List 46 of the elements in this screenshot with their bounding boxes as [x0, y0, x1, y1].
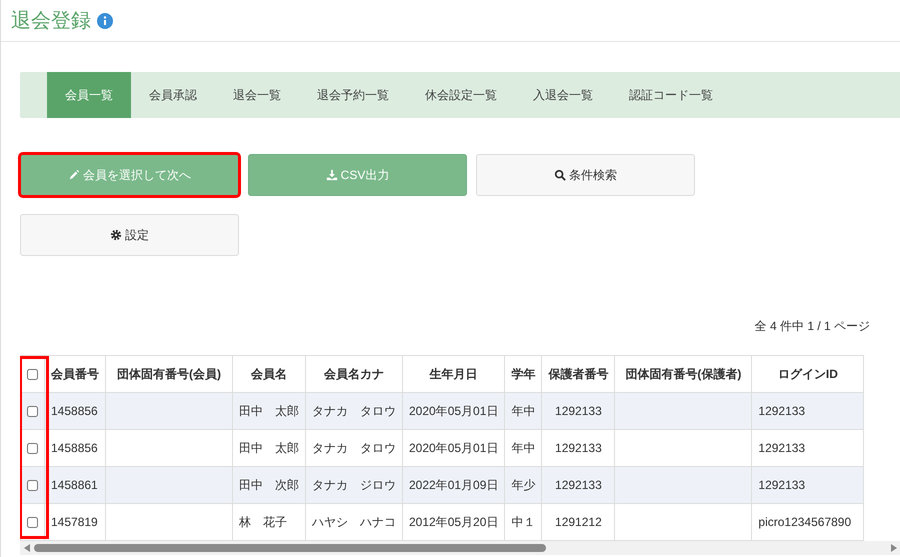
column-header: 会員名	[232, 356, 306, 392]
nav-tab[interactable]: 認証コード一覧	[611, 72, 731, 118]
column-header: 学年	[504, 356, 542, 392]
table-cell: 年中	[504, 392, 542, 430]
row-checkbox[interactable]	[27, 406, 38, 418]
table-cell: 2022年01月09日	[402, 466, 505, 504]
nav-tab[interactable]: 入退会一覧	[515, 72, 611, 118]
column-header: 保護者番号	[542, 356, 615, 392]
select-all-checkbox[interactable]	[27, 369, 38, 380]
table-cell: 2020年05月01日	[402, 392, 505, 430]
action-button[interactable]: 条件検索	[476, 154, 695, 196]
column-header: 団体固有番号(保護者)	[614, 356, 752, 392]
table-cell: 田中 太郎	[232, 392, 306, 430]
horizontal-scrollbar[interactable]	[20, 541, 900, 555]
column-header: 生年月日	[402, 356, 505, 392]
settings-icon	[110, 229, 122, 241]
row-checkbox[interactable]	[27, 480, 38, 492]
row-checkbox[interactable]	[27, 443, 38, 454]
column-header: ログインID	[752, 356, 864, 392]
table-cell: タナカ ジロウ	[306, 466, 402, 504]
download-icon	[326, 169, 338, 181]
search-icon	[554, 169, 566, 181]
table-cell: 1292133	[542, 392, 615, 430]
nav-tab[interactable]: 休会設定一覧	[407, 72, 515, 118]
table-cell: 年少	[504, 466, 542, 504]
table-cell: タナカ タロウ	[306, 392, 402, 430]
column-header: 団体固有番号(会員)	[106, 356, 232, 392]
page-title: 退会登録	[11, 8, 91, 34]
nav-tab[interactable]: 退会予約一覧	[299, 72, 407, 118]
result-count: 全 4 件中 1 / 1 ページ	[754, 318, 870, 335]
table-cell: 1458856	[44, 392, 106, 430]
table-cell: 1292133	[542, 466, 615, 504]
scroll-left-icon[interactable]	[24, 544, 30, 552]
nav-tab[interactable]: 退会一覧	[215, 72, 299, 118]
table-cell: 1458861	[44, 466, 106, 504]
pencil-icon	[68, 169, 80, 181]
row-checkbox[interactable]	[27, 517, 38, 528]
info-icon[interactable]	[97, 12, 113, 28]
column-header: 会員番号	[44, 356, 106, 392]
action-button[interactable]: 設定	[20, 214, 239, 256]
column-header: 会員名カナ	[306, 356, 402, 392]
table-cell: 1292133	[752, 392, 864, 430]
table-cell: 1292133	[752, 466, 864, 504]
scroll-right-icon[interactable]	[891, 544, 897, 552]
table-cell: 田中 次郎	[232, 466, 306, 504]
nav-tab[interactable]: 会員承認	[131, 72, 215, 118]
